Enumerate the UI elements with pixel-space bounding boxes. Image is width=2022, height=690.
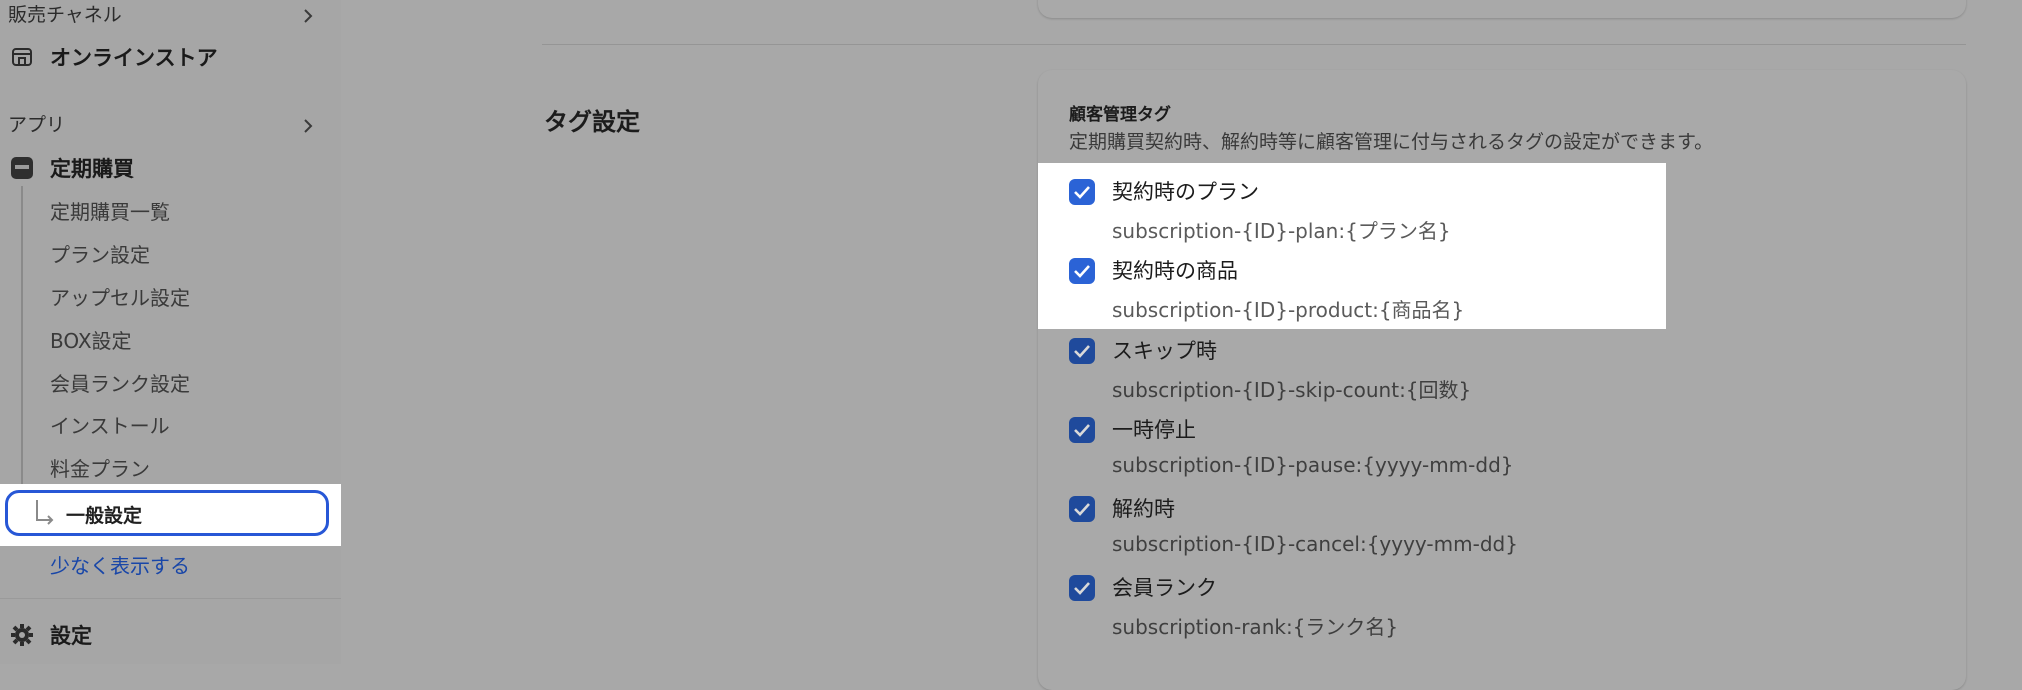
checkmark-icon (1074, 186, 1090, 199)
card-heading: 顧客管理タグ (1069, 105, 1171, 125)
sidebar-section-sales-channels[interactable]: 販売チャネル (8, 0, 122, 27)
checkmark-icon (1074, 424, 1090, 437)
checkbox-pause[interactable] (1069, 417, 1095, 443)
checkbox-skip[interactable] (1069, 338, 1095, 364)
sidebar-subitem-subscription-list[interactable]: 定期購買一覧 (50, 196, 170, 225)
option-label: スキップ時 (1112, 339, 1217, 363)
option-label: 一時停止 (1112, 418, 1196, 442)
checkmark-icon (1074, 345, 1090, 358)
option-label: 契約時のプラン (1112, 180, 1259, 204)
sidebar-item-settings[interactable]: 設定 (10, 620, 92, 650)
sidebar-selected-item-wrap: 一般設定 (0, 484, 341, 546)
chevron-right-icon[interactable] (298, 6, 318, 26)
section-divider (542, 44, 1966, 45)
option-label: 会員ランク (1112, 576, 1217, 600)
sidebar-subitem-install[interactable]: インストール (50, 410, 170, 439)
option-tag-format: subscription-rank:{ランク名} (1112, 615, 1399, 639)
sidebar: 販売チャネル オンラインストア アプリ 定期購買 定期購買一覧 プラン設定 アッ… (0, 0, 341, 664)
sidebar-subitem-pricing-plan[interactable]: 料金プラン (50, 453, 150, 482)
store-icon (12, 48, 32, 66)
sidebar-subitem-general-settings[interactable]: 一般設定 (5, 490, 329, 536)
option-tag-format: subscription-{ID}-product:{商品名} (1112, 298, 1465, 322)
sidebar-section-apps[interactable]: アプリ (8, 110, 65, 137)
option-tag-format: subscription-{ID}-pause:{yyyy-mm-dd} (1112, 453, 1514, 477)
sidebar-item-label: 設定 (50, 624, 92, 648)
chevron-right-icon[interactable] (298, 116, 318, 136)
sidebar-divider (0, 598, 341, 599)
sidebar-item-label: 一般設定 (66, 505, 143, 527)
sidebar-subitem-member-rank-settings[interactable]: 会員ランク設定 (50, 368, 190, 397)
option-tag-format: subscription-{ID}-cancel:{yyyy-mm-dd} (1112, 532, 1518, 556)
option-tag-format: subscription-{ID}-plan:{プラン名} (1112, 219, 1451, 243)
tree-line (21, 186, 23, 488)
sidebar-item-online-store[interactable]: オンラインストア (10, 42, 218, 72)
sidebar-item-subscription-app[interactable]: 定期購買 (10, 153, 134, 183)
sidebar-item-label: 定期購買 (50, 157, 134, 181)
sidebar-subitem-upsell-settings[interactable]: アップセル設定 (50, 282, 190, 311)
sidebar-item-label: オンラインストア (50, 46, 218, 70)
card-description: 定期購買契約時、解約時等に顧客管理に付与されるタグの設定ができます。 (1069, 131, 1714, 153)
checkbox-contract-plan[interactable] (1069, 179, 1095, 205)
checkbox-member-rank[interactable] (1069, 575, 1095, 601)
checkmark-icon (1074, 265, 1090, 278)
checkmark-icon (1074, 582, 1090, 595)
gear-icon (11, 624, 33, 646)
tree-branch-arrow-icon (36, 500, 54, 525)
app-logo-icon (11, 157, 33, 179)
option-tag-format: subscription-{ID}-skip-count:{回数} (1112, 378, 1472, 402)
show-less-link[interactable]: 少なく表示する (50, 550, 190, 579)
sidebar-subitem-box-settings[interactable]: BOX設定 (50, 325, 132, 354)
checkbox-contract-product[interactable] (1069, 258, 1095, 284)
option-label: 契約時の商品 (1112, 259, 1238, 283)
checkbox-cancel[interactable] (1069, 496, 1095, 522)
checkmark-icon (1074, 503, 1090, 516)
section-title: タグ設定 (544, 108, 640, 136)
previous-card (1038, 0, 1966, 18)
option-label: 解約時 (1112, 497, 1175, 521)
sidebar-subitem-plan-settings[interactable]: プラン設定 (50, 239, 150, 268)
